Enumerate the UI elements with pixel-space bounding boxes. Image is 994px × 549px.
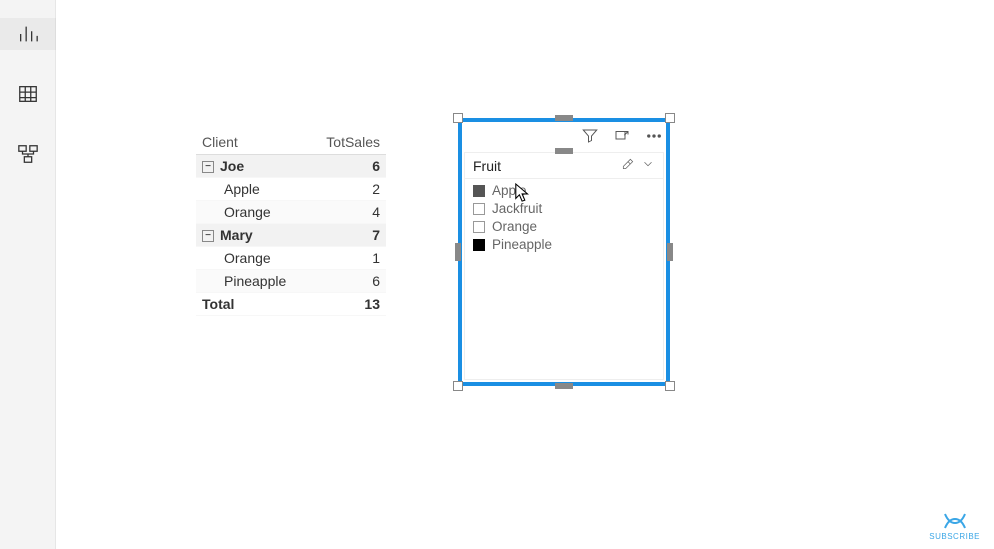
slicer-item-label: Pineapple (492, 237, 552, 252)
resize-handle[interactable] (455, 243, 461, 261)
group-subtotal: 7 (309, 224, 386, 247)
checkbox-icon[interactable] (473, 203, 485, 215)
row-label: Pineapple (202, 273, 286, 289)
slicer-header: Fruit (465, 153, 663, 179)
matrix-visual[interactable]: Client TotSales −Joe 6 Apple 2 Orange 4 (196, 130, 386, 316)
more-options-icon[interactable] (644, 126, 664, 146)
visual-header (464, 124, 664, 148)
matrix-row[interactable]: Pineapple 6 (196, 270, 386, 293)
slicer-item-label: Orange (492, 219, 537, 234)
resize-handle[interactable] (555, 148, 573, 154)
checkbox-icon[interactable] (473, 185, 485, 197)
matrix-group-row[interactable]: −Joe 6 (196, 155, 386, 178)
model-view-button[interactable] (0, 138, 56, 170)
row-label: Orange (202, 204, 271, 220)
slicer-item[interactable]: Apple (473, 183, 655, 198)
chevron-down-icon[interactable] (641, 157, 655, 174)
matrix-header-client[interactable]: Client (196, 130, 309, 155)
report-canvas[interactable]: Client TotSales −Joe 6 Apple 2 Orange 4 (56, 0, 994, 549)
matrix-group-row[interactable]: −Mary 7 (196, 224, 386, 247)
slicer-item-label: Apple (492, 183, 527, 198)
row-label: Orange (202, 250, 271, 266)
data-view-button[interactable] (0, 78, 56, 110)
clear-selections-icon[interactable] (621, 157, 635, 174)
slicer-item-label: Jackfruit (492, 201, 542, 216)
group-label: Mary (220, 227, 253, 243)
report-view-button[interactable] (0, 18, 56, 50)
collapse-icon[interactable]: − (202, 161, 214, 173)
group-label: Joe (220, 158, 244, 174)
checkbox-icon[interactable] (473, 239, 485, 251)
focus-mode-icon[interactable] (612, 126, 632, 146)
subscribe-watermark: SUBSCRIBE (929, 511, 980, 541)
row-value: 1 (309, 247, 386, 270)
resize-handle[interactable] (555, 115, 573, 121)
slicer-visual-selected[interactable]: Fruit Apple Jackfruit (458, 118, 670, 386)
checkbox-icon[interactable] (473, 221, 485, 233)
row-value: 4 (309, 201, 386, 224)
filter-icon[interactable] (580, 126, 600, 146)
slicer-list: Apple Jackfruit Orange Pineapple (465, 179, 663, 256)
resize-handle[interactable] (453, 113, 463, 123)
total-label: Total (196, 293, 309, 316)
resize-handle[interactable] (453, 381, 463, 391)
resize-handle[interactable] (555, 383, 573, 389)
matrix-total-row: Total 13 (196, 293, 386, 316)
slicer-title: Fruit (473, 158, 501, 174)
subscribe-label: SUBSCRIBE (929, 532, 980, 541)
slicer-item[interactable]: Jackfruit (473, 201, 655, 216)
matrix-row[interactable]: Orange 4 (196, 201, 386, 224)
matrix-row[interactable]: Apple 2 (196, 178, 386, 201)
resize-handle[interactable] (667, 243, 673, 261)
row-label: Apple (202, 181, 260, 197)
total-value: 13 (309, 293, 386, 316)
row-value: 2 (309, 178, 386, 201)
resize-handle[interactable] (665, 381, 675, 391)
group-subtotal: 6 (309, 155, 386, 178)
collapse-icon[interactable]: − (202, 230, 214, 242)
view-switcher (0, 0, 56, 549)
matrix-row[interactable]: Orange 1 (196, 247, 386, 270)
row-value: 6 (309, 270, 386, 293)
slicer-item[interactable]: Orange (473, 219, 655, 234)
slicer-item[interactable]: Pineapple (473, 237, 655, 252)
slicer-body: Fruit Apple Jackfruit (464, 152, 664, 380)
matrix-header-totsales[interactable]: TotSales (309, 130, 386, 155)
resize-handle[interactable] (665, 113, 675, 123)
